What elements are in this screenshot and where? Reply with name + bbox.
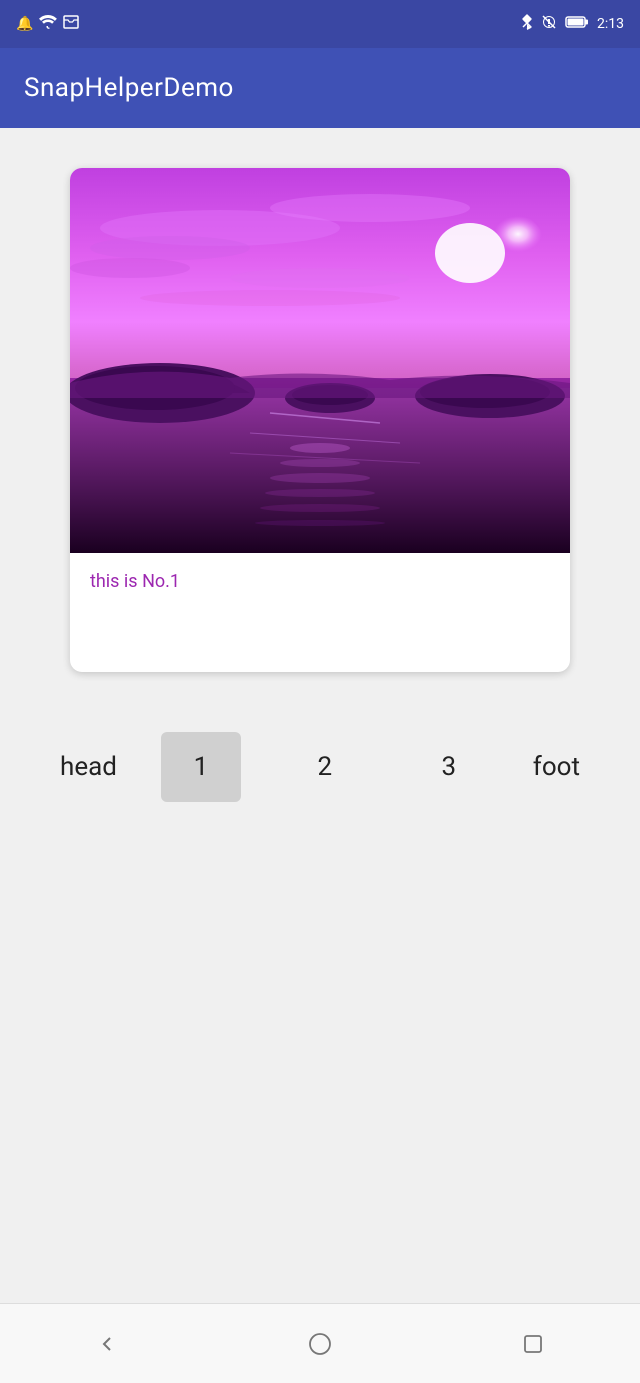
back-button[interactable] (77, 1314, 137, 1374)
snap-item-2-label: 2 (318, 752, 333, 782)
mute-icon (541, 14, 557, 34)
card-caption: this is No.1 (70, 553, 570, 672)
card-image (70, 168, 570, 553)
snap-foot-label: foot (533, 752, 580, 782)
status-bar-right: 2:13 (521, 14, 624, 34)
notification-icon: 🔔 (16, 16, 33, 32)
main-content: this is No.1 head 1 2 3 foot (0, 128, 640, 1303)
snap-item-1[interactable]: 1 (161, 732, 241, 802)
app-bar: SnapHelperDemo (0, 48, 640, 128)
snap-item-3-label: 3 (442, 752, 457, 782)
bluetooth-icon (521, 14, 533, 34)
snap-row: head 1 2 3 foot (40, 732, 600, 802)
time-display: 2:13 (597, 16, 624, 32)
home-button[interactable] (290, 1314, 350, 1374)
status-bar: 🔔 (0, 0, 640, 48)
wifi-icon (39, 15, 57, 33)
snap-head-label: head (60, 752, 117, 782)
battery-icon (565, 15, 589, 33)
image-card: this is No.1 (70, 168, 570, 672)
snap-item-1-label: 1 (194, 752, 209, 782)
status-bar-left: 🔔 (16, 15, 79, 33)
recents-button[interactable] (503, 1314, 563, 1374)
bottom-nav (0, 1303, 640, 1383)
inbox-icon (63, 15, 79, 33)
app-title: SnapHelperDemo (24, 73, 234, 103)
snap-item-2[interactable]: 2 (285, 732, 365, 802)
snap-item-3[interactable]: 3 (409, 732, 489, 802)
landscape-svg (70, 168, 570, 553)
